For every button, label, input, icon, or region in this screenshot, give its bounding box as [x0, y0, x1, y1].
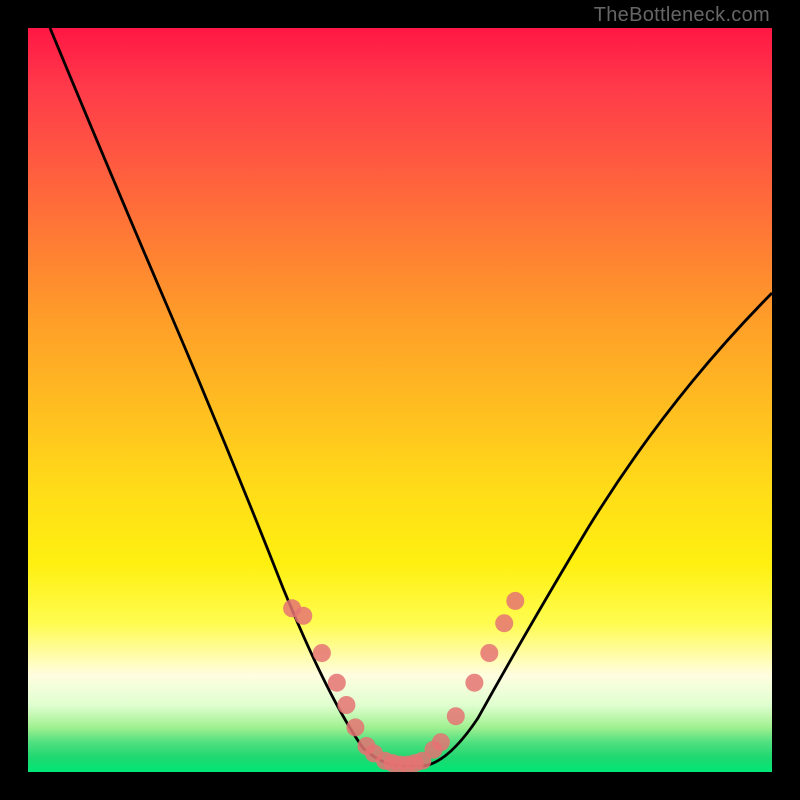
curve-marker [432, 733, 450, 751]
curve-marker [465, 674, 483, 692]
curve-marker [480, 644, 498, 662]
marker-group [283, 592, 524, 772]
watermark-text: TheBottleneck.com [594, 4, 770, 27]
bottleneck-curve [50, 28, 772, 766]
curve-marker [495, 614, 513, 632]
curve-marker [447, 707, 465, 725]
curve-marker [328, 674, 346, 692]
plot-area [28, 28, 772, 772]
curve-marker [313, 644, 331, 662]
curve-marker [346, 718, 364, 736]
curve-marker [294, 607, 312, 625]
curve-marker [506, 592, 524, 610]
curve-marker [337, 696, 355, 714]
chart-svg [28, 28, 772, 772]
